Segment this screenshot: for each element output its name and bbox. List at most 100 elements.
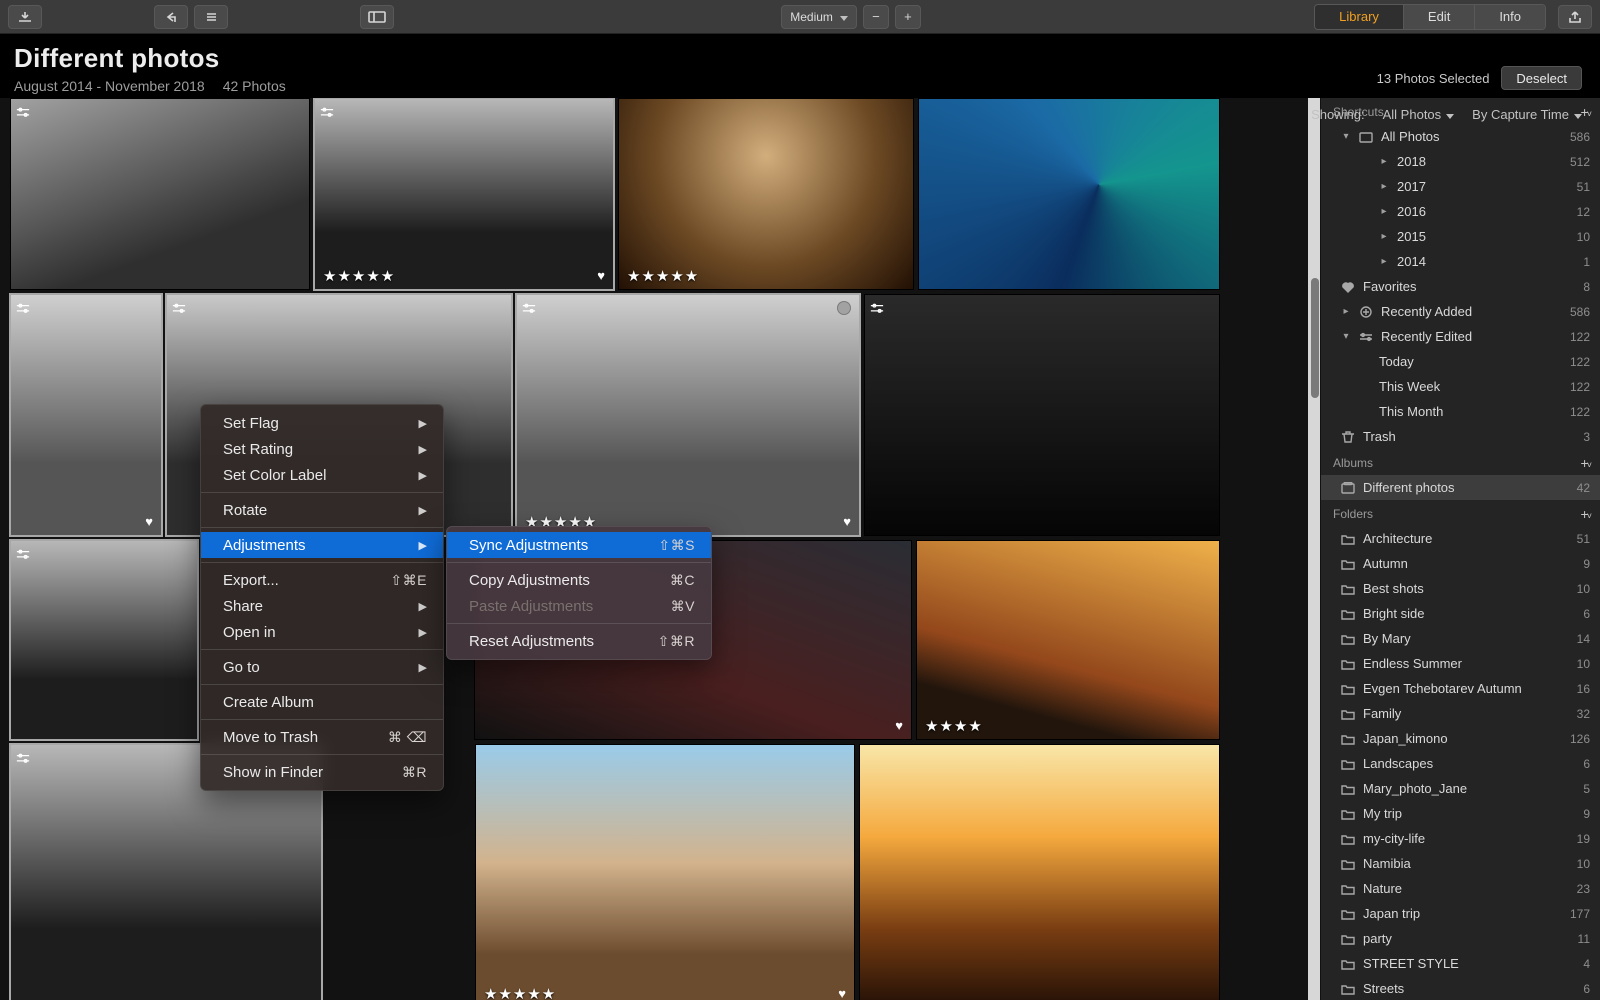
tab-edit[interactable]: Edit bbox=[1404, 5, 1475, 29]
menu-item[interactable]: Show in Finder⌘R bbox=[201, 759, 443, 785]
sidebar-item-count: 42 bbox=[1562, 481, 1590, 495]
menu-item[interactable]: Create Album bbox=[201, 689, 443, 715]
photo-thumbnail[interactable]: ★★★★★♥ bbox=[314, 98, 614, 290]
sidebar-item[interactable]: My trip9 bbox=[1321, 801, 1600, 826]
sidebar-item[interactable]: ▸201510 bbox=[1321, 224, 1600, 249]
sidebar-item[interactable]: ▾All Photos586 bbox=[1321, 124, 1600, 149]
sidebar-item[interactable]: ▸20141 bbox=[1321, 249, 1600, 274]
sidebar-item[interactable]: This Month122 bbox=[1321, 399, 1600, 424]
sidebar-item[interactable]: Streets6 bbox=[1321, 976, 1600, 1000]
sidebar-item[interactable]: Landscapes6 bbox=[1321, 751, 1600, 776]
disclosure-triangle-icon[interactable]: ▸ bbox=[1379, 206, 1389, 217]
adjustments-badge-icon bbox=[320, 104, 334, 114]
photo-thumbnail[interactable] bbox=[10, 540, 198, 740]
sidebar-item[interactable]: Architecture51 bbox=[1321, 526, 1600, 551]
menu-item[interactable]: Set Rating▶ bbox=[201, 436, 443, 462]
menu-item[interactable]: Sync Adjustments⇧⌘S bbox=[447, 532, 711, 558]
sidebar-item[interactable]: ▾Recently Edited122 bbox=[1321, 324, 1600, 349]
menu-item[interactable]: Reset Adjustments⇧⌘R bbox=[447, 628, 711, 654]
layout-button[interactable] bbox=[360, 5, 394, 29]
sidebar-item[interactable]: Family32 bbox=[1321, 701, 1600, 726]
sidebar-item[interactable]: ▸201751 bbox=[1321, 174, 1600, 199]
sidebar-item[interactable]: STREET STYLE4 bbox=[1321, 951, 1600, 976]
menu-item[interactable]: Copy Adjustments⌘C bbox=[447, 567, 711, 593]
sidebar-item[interactable]: Mary_photo_Jane5 bbox=[1321, 776, 1600, 801]
library-sidebar: Shortcuts +˅ ▾All Photos586▸2018512▸2017… bbox=[1320, 98, 1600, 1000]
zoom-out-button[interactable]: − bbox=[863, 5, 889, 29]
sidebar-item[interactable]: Evgen Tchebotarev Autumn16 bbox=[1321, 676, 1600, 701]
menu-separator bbox=[201, 649, 443, 650]
sidebar-item[interactable]: Best shots10 bbox=[1321, 576, 1600, 601]
sidebar-item[interactable]: Endless Summer10 bbox=[1321, 651, 1600, 676]
sidebar-item[interactable]: Trash3 bbox=[1321, 424, 1600, 449]
photo-grid[interactable]: ★★★★★♥★★★★♥★★★★★♥♥★★★★★★★★★★♥ Set Flag▶S… bbox=[0, 98, 1320, 1000]
photo-thumbnail[interactable] bbox=[918, 98, 1220, 290]
photo-thumbnail[interactable]: ★★★★★ bbox=[618, 98, 914, 290]
deselect-button[interactable]: Deselect bbox=[1501, 66, 1582, 90]
adjustments-submenu: Sync Adjustments⇧⌘S Copy Adjustments⌘CPas… bbox=[446, 526, 712, 660]
sidebar-item-label: Japan trip bbox=[1363, 906, 1420, 921]
menu-item[interactable]: Share▶ bbox=[201, 593, 443, 619]
sidebar-item[interactable]: ▸201612 bbox=[1321, 199, 1600, 224]
sidebar-item[interactable]: This Week122 bbox=[1321, 374, 1600, 399]
zoom-in-button[interactable]: + bbox=[895, 5, 921, 29]
menu-item-label: Open in bbox=[223, 624, 276, 641]
add-album-button[interactable]: +˅ bbox=[1581, 455, 1590, 471]
folder-icon bbox=[1341, 983, 1355, 995]
sidebar-item[interactable]: Japan trip177 bbox=[1321, 901, 1600, 926]
sidebar-item[interactable]: ▸Recently Added586 bbox=[1321, 299, 1600, 324]
menu-item[interactable]: Rotate▶ bbox=[201, 497, 443, 523]
photo-thumbnail[interactable]: ★★★★★♥ bbox=[516, 294, 860, 536]
menu-item[interactable]: Go to▶ bbox=[201, 654, 443, 680]
menu-item[interactable]: Set Color Label▶ bbox=[201, 462, 443, 488]
menu-item: Paste Adjustments⌘V bbox=[447, 593, 711, 619]
menu-separator bbox=[447, 562, 711, 563]
app-toolbar: Medium − + Library Edit Info bbox=[0, 0, 1600, 34]
tab-info[interactable]: Info bbox=[1475, 5, 1545, 29]
disclosure-triangle-icon[interactable]: ▾ bbox=[1341, 131, 1351, 142]
back-button[interactable] bbox=[154, 5, 188, 29]
tab-library[interactable]: Library bbox=[1315, 5, 1404, 29]
scrollbar-thumb[interactable] bbox=[1311, 278, 1319, 398]
sidebar-item-count: 3 bbox=[1562, 430, 1590, 444]
menu-separator bbox=[447, 623, 711, 624]
sidebar-item[interactable]: ▸2018512 bbox=[1321, 149, 1600, 174]
photo-thumbnail[interactable] bbox=[864, 294, 1220, 536]
disclosure-triangle-icon[interactable]: ▸ bbox=[1379, 181, 1389, 192]
photo-thumbnail[interactable] bbox=[859, 744, 1220, 1000]
list-button[interactable] bbox=[194, 5, 228, 29]
photo-thumbnail[interactable]: ★★★★ bbox=[916, 540, 1220, 740]
import-button[interactable] bbox=[8, 5, 42, 29]
photo-thumbnail[interactable]: ♥ bbox=[10, 294, 162, 536]
menu-item[interactable]: Adjustments▶ bbox=[201, 532, 443, 558]
sidebar-item[interactable]: Favorites8 bbox=[1321, 274, 1600, 299]
sidebar-item[interactable]: Namibia10 bbox=[1321, 851, 1600, 876]
sort-dropdown[interactable]: By Capture Time bbox=[1472, 107, 1582, 122]
thumbnail-size-popup[interactable]: Medium bbox=[781, 5, 857, 29]
sidebar-item[interactable]: Different photos42 bbox=[1321, 475, 1600, 500]
disclosure-triangle-icon[interactable]: ▸ bbox=[1379, 256, 1389, 267]
photo-thumbnail[interactable] bbox=[10, 98, 310, 290]
sidebar-item-count: 19 bbox=[1562, 832, 1590, 846]
disclosure-triangle-icon[interactable]: ▸ bbox=[1379, 231, 1389, 242]
scrollbar-track[interactable] bbox=[1308, 98, 1320, 1000]
menu-item[interactable]: Move to Trash⌘ ⌫ bbox=[201, 724, 443, 750]
share-button[interactable] bbox=[1558, 5, 1592, 29]
sidebar-item[interactable]: Japan_kimono126 bbox=[1321, 726, 1600, 751]
menu-item[interactable]: Open in▶ bbox=[201, 619, 443, 645]
photo-thumbnail[interactable]: ★★★★★♥ bbox=[475, 744, 855, 1000]
sidebar-item[interactable]: Today122 bbox=[1321, 349, 1600, 374]
sidebar-item[interactable]: Nature23 bbox=[1321, 876, 1600, 901]
menu-item[interactable]: Set Flag▶ bbox=[201, 410, 443, 436]
add-folder-button[interactable]: +˅ bbox=[1581, 506, 1590, 522]
disclosure-triangle-icon[interactable]: ▾ bbox=[1341, 331, 1351, 342]
menu-item[interactable]: Export...⇧⌘E bbox=[201, 567, 443, 593]
sidebar-item[interactable]: my-city-life19 bbox=[1321, 826, 1600, 851]
sidebar-item[interactable]: By Mary14 bbox=[1321, 626, 1600, 651]
sidebar-item[interactable]: Autumn9 bbox=[1321, 551, 1600, 576]
showing-filter-dropdown[interactable]: All Photos bbox=[1383, 107, 1455, 122]
sidebar-item[interactable]: Bright side6 bbox=[1321, 601, 1600, 626]
disclosure-triangle-icon[interactable]: ▸ bbox=[1379, 156, 1389, 167]
sidebar-item[interactable]: party11 bbox=[1321, 926, 1600, 951]
disclosure-triangle-icon[interactable]: ▸ bbox=[1341, 306, 1351, 317]
